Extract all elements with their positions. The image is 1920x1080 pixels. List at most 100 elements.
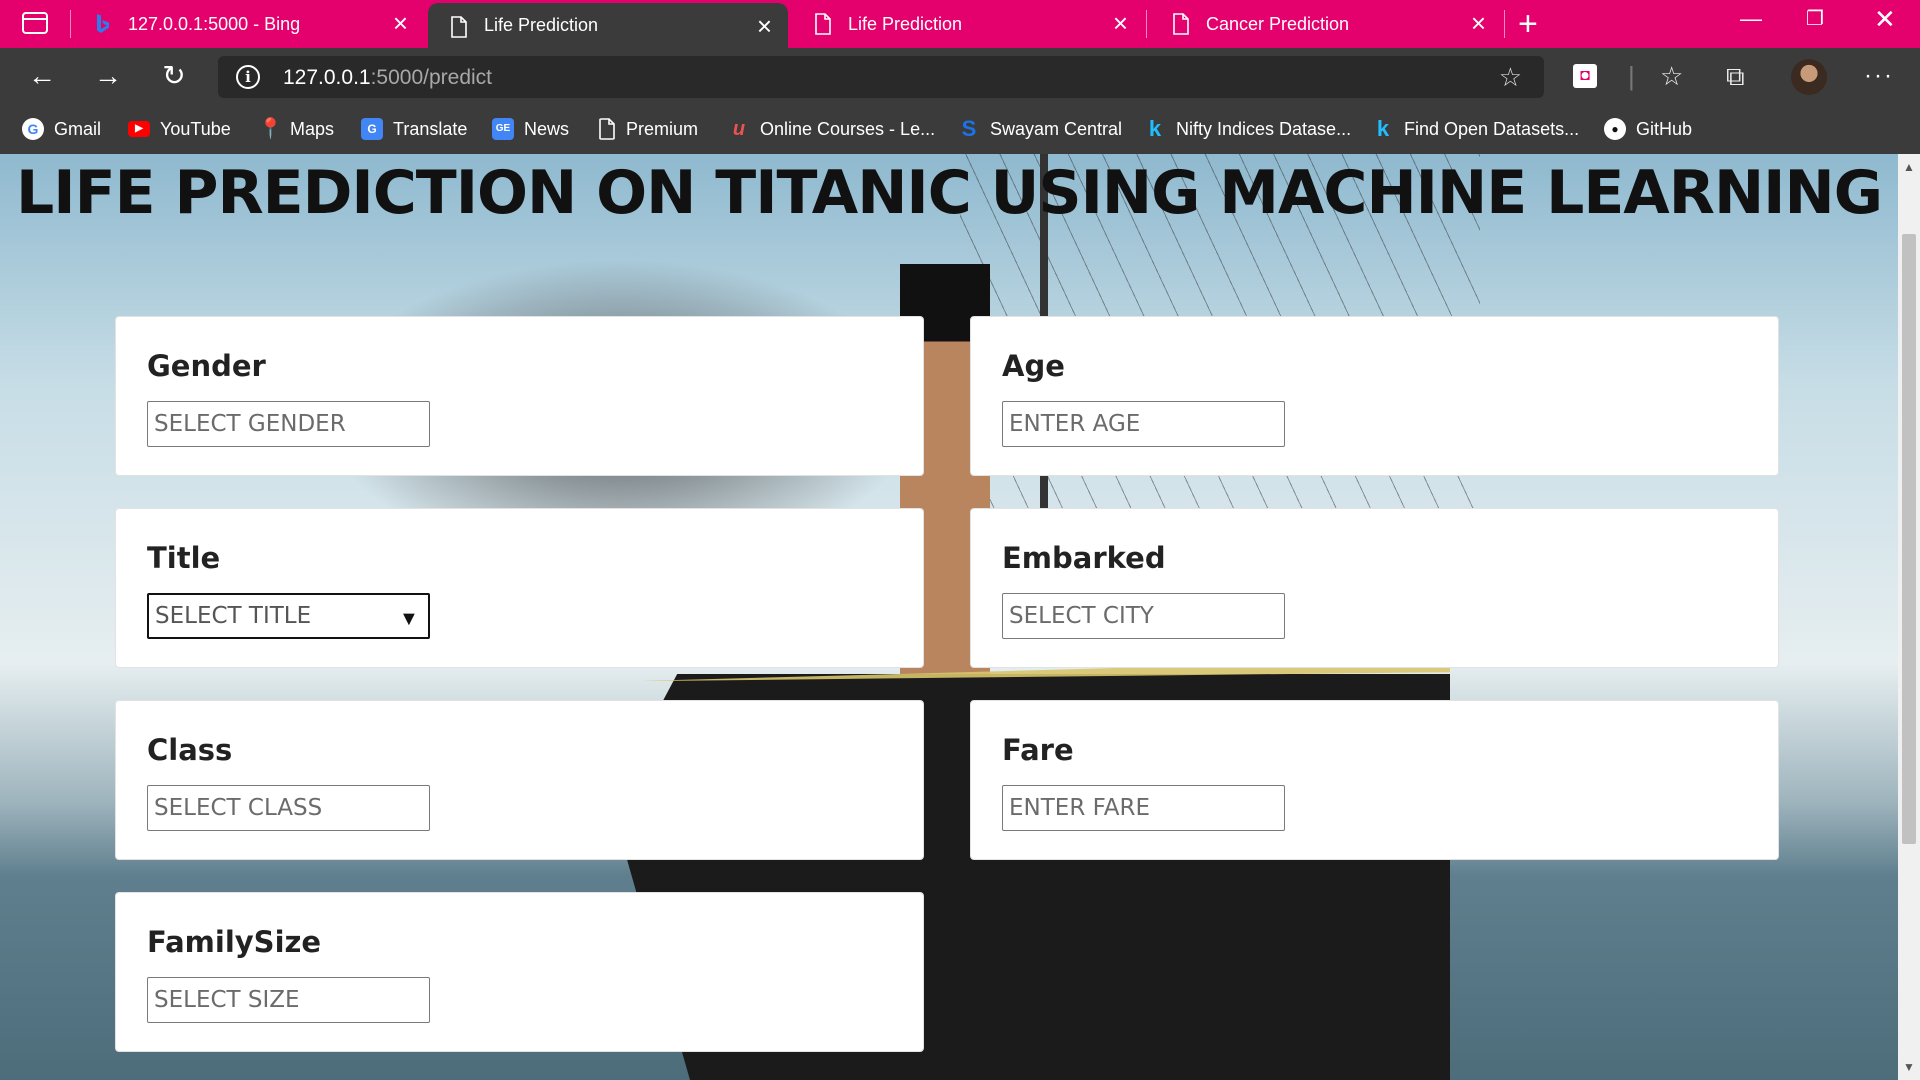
udemy-icon: u	[732, 118, 746, 140]
title-select[interactable]: SELECT TITLE	[147, 593, 430, 639]
bookmark-nifty[interactable]: k Nifty Indices Datase...	[1144, 116, 1351, 142]
embarked-label: Embarked	[1002, 541, 1166, 575]
fare-card: Fare	[970, 700, 1779, 860]
forward-icon[interactable]: →	[92, 60, 124, 92]
tab-life-prediction-active[interactable]: Life Prediction ×	[428, 3, 788, 48]
tab-divider	[1146, 10, 1147, 38]
tab-divider	[1504, 10, 1505, 38]
familysize-input[interactable]	[147, 977, 430, 1023]
github-icon: ●	[1604, 118, 1626, 140]
add-favorite-icon[interactable]: ☆	[1499, 62, 1522, 93]
tab-title: Life Prediction	[848, 13, 963, 34]
familysize-card: FamilySize	[115, 892, 924, 1052]
bookmark-swayam[interactable]: S Swayam Central	[958, 116, 1122, 142]
embarked-input[interactable]	[1002, 593, 1285, 639]
page-icon	[599, 118, 615, 140]
info-icon[interactable]: i	[236, 65, 260, 89]
close-icon[interactable]: ×	[1113, 10, 1128, 36]
minimize-icon[interactable]: —	[1740, 6, 1762, 32]
profile-avatar[interactable]	[1791, 59, 1827, 95]
age-label: Age	[1002, 349, 1065, 383]
bookmark-label: Find Open Datasets...	[1404, 118, 1580, 139]
embarked-card: Embarked	[970, 508, 1779, 668]
url-path: :5000/predict	[370, 66, 493, 89]
scroll-down-icon[interactable]: ▼	[1903, 1060, 1915, 1074]
youtube-icon: ▶	[128, 121, 150, 137]
class-input[interactable]	[147, 785, 430, 831]
class-label: Class	[147, 733, 233, 767]
refresh-icon[interactable]: ↻	[158, 60, 190, 92]
scrollbar-thumb[interactable]	[1902, 234, 1916, 844]
tab-life-prediction[interactable]: Life Prediction ×	[792, 0, 1144, 48]
bookmark-label: YouTube	[160, 118, 231, 139]
bookmark-gmail[interactable]: G Gmail	[22, 116, 101, 142]
title-label: Title	[147, 541, 221, 575]
url-text[interactable]: 127.0.0.1:5000/predict	[283, 66, 492, 90]
bookmark-premium[interactable]: Premium	[598, 116, 698, 142]
tab-bing[interactable]: 127.0.0.1:5000 - Bing ×	[72, 0, 424, 48]
address-toolbar: ← → ↻ i 127.0.0.1:5000/predict ☆ ◘ | ☆ ⧉…	[0, 48, 1920, 104]
bookmark-youtube[interactable]: ▶ YouTube	[128, 116, 231, 142]
bookmark-label: Premium	[626, 118, 699, 139]
gender-card: Gender	[115, 316, 924, 476]
bookmark-label: News	[524, 118, 570, 139]
bookmark-github[interactable]: ● GitHub	[1604, 116, 1692, 142]
scroll-up-icon[interactable]: ▲	[1903, 160, 1915, 174]
close-icon[interactable]: ×	[757, 13, 772, 39]
back-icon[interactable]: ←	[26, 60, 58, 92]
new-tab-icon[interactable]: +	[1518, 6, 1538, 42]
bookmark-label: Swayam Central	[990, 118, 1123, 139]
vertical-scrollbar[interactable]: ▲ ▼	[1898, 154, 1920, 1080]
restore-icon[interactable]: ❐	[1806, 6, 1824, 31]
bookmark-label: GitHub	[1636, 118, 1693, 139]
bookmark-label: Translate	[393, 118, 468, 139]
more-menu-icon[interactable]: ···	[1864, 62, 1894, 90]
kaggle-icon: k	[1376, 116, 1390, 141]
close-icon[interactable]: ×	[393, 10, 408, 36]
tab-actions-icon[interactable]	[22, 12, 48, 34]
translate-icon: G	[361, 118, 383, 140]
page-icon	[815, 13, 831, 35]
title-card: Title SELECT TITLE ▼	[115, 508, 924, 668]
close-icon[interactable]: ×	[1471, 10, 1486, 36]
page-title: LIFE PREDICTION ON TITANIC USING MACHINE…	[16, 158, 1883, 228]
bookmark-label: Maps	[290, 118, 335, 139]
page-content: LIFE PREDICTION ON TITANIC USING MACHINE…	[0, 154, 1898, 1080]
fare-label: Fare	[1002, 733, 1074, 767]
maps-icon: 📍	[258, 118, 283, 140]
collections-icon[interactable]: ⧉	[1726, 60, 1745, 92]
toolbar-divider: |	[1628, 61, 1635, 91]
favorites-icon[interactable]: ☆	[1660, 60, 1683, 92]
address-bar[interactable]: i 127.0.0.1:5000/predict ☆	[218, 56, 1544, 98]
page-icon	[451, 16, 467, 38]
class-card: Class	[115, 700, 924, 860]
bookmark-translate[interactable]: G Translate	[361, 116, 467, 142]
url-host: 127.0.0.1	[283, 66, 371, 89]
google-icon: G	[22, 118, 44, 140]
tab-divider	[70, 10, 71, 38]
fare-input[interactable]	[1002, 785, 1285, 831]
bing-icon	[97, 14, 109, 33]
pocket-icon[interactable]: ◘	[1573, 64, 1597, 88]
tab-title: Cancer Prediction	[1206, 13, 1350, 34]
age-card: Age	[970, 316, 1779, 476]
swayam-icon: S	[961, 116, 977, 141]
bookmark-label: Nifty Indices Datase...	[1176, 118, 1352, 139]
bookmarks-bar: G Gmail ▶ YouTube 📍 Maps G Translate GE …	[0, 104, 1920, 154]
bookmark-open-datasets[interactable]: k Find Open Datasets...	[1372, 116, 1579, 142]
kaggle-icon: k	[1148, 116, 1162, 141]
tab-strip: 127.0.0.1:5000 - Bing × Life Prediction …	[0, 0, 1920, 48]
gender-label: Gender	[147, 349, 266, 383]
familysize-label: FamilySize	[147, 925, 322, 959]
bookmark-news[interactable]: GE News	[492, 116, 569, 142]
bookmark-label: Online Courses - Le...	[760, 118, 936, 139]
tab-title: Life Prediction	[484, 15, 599, 35]
bookmark-label: Gmail	[54, 118, 102, 139]
bookmark-online-courses[interactable]: u Online Courses - Le...	[728, 116, 935, 142]
gender-input[interactable]	[147, 401, 430, 447]
tab-cancer-prediction[interactable]: Cancer Prediction ×	[1150, 0, 1502, 48]
close-window-icon[interactable]: ✕	[1874, 4, 1896, 35]
age-input[interactable]	[1002, 401, 1285, 447]
bookmark-maps[interactable]: 📍 Maps	[258, 116, 334, 142]
news-icon: GE	[492, 118, 514, 140]
